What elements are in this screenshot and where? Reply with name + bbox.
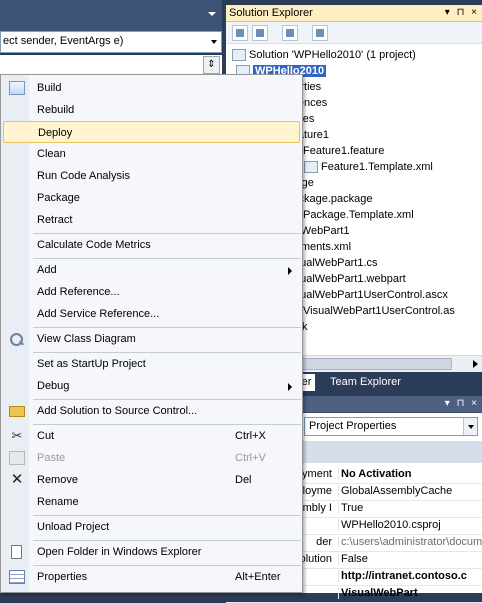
properties-toolbar-icon[interactable] (232, 25, 248, 41)
solution-explorer-title: Solution Explorer (229, 7, 313, 19)
menu-item-paste[interactable]: Paste Ctrl+V (3, 447, 300, 469)
tree-node[interactable]: Package.Template.xml (286, 207, 414, 223)
view-class-diagram-icon[interactable] (312, 25, 328, 41)
refresh-icon[interactable] (282, 25, 298, 41)
menu-item-package[interactable]: Package (3, 187, 300, 209)
tree-node[interactable]: VisualWebPart1UserControl.as (286, 303, 455, 319)
menu-item-debug[interactable]: Debug (3, 375, 300, 397)
menu-item-add-to-source-control[interactable]: Add Solution to Source Control... (3, 400, 300, 422)
menu-item-add-reference[interactable]: Add Reference... (3, 281, 300, 303)
class-diagram-icon (9, 332, 25, 346)
project-context-menu: Build Rebuild Deploy Clean Run Code Anal… (0, 74, 303, 593)
tree-node-label: VisualWebPart1UserControl.as (303, 305, 455, 317)
property-value[interactable]: GlobalAssemblyCache (338, 485, 482, 497)
member-navigation-combo[interactable]: ect sender, EventArgs e) (0, 31, 222, 53)
menu-item-deploy[interactable]: Deploy (3, 121, 300, 143)
menu-item-calculate-code-metrics[interactable]: Calculate Code Metrics (3, 234, 300, 256)
paste-icon (9, 451, 25, 465)
menu-item-add-service-reference[interactable]: Add Service Reference... (3, 303, 300, 325)
chevron-down-icon[interactable] (463, 418, 477, 435)
properties-icon (9, 570, 25, 584)
tree-node-label: Solution 'WPHello2010' (1 project) (249, 49, 416, 61)
menu-item-set-startup-project[interactable]: Set as StartUp Project (3, 353, 300, 375)
property-value[interactable]: c:\users\administrator\docum (338, 536, 482, 548)
menu-item-view-class-diagram[interactable]: View Class Diagram (3, 328, 300, 350)
menu-item-rename[interactable]: Rename (3, 491, 300, 513)
editor-tab-bar (0, 0, 222, 31)
submenu-arrow-icon (288, 267, 292, 275)
menu-item-clean[interactable]: Clean (3, 143, 300, 165)
tree-node-label: VisualWebPart1.webpart (285, 273, 406, 285)
property-value[interactable]: True (338, 502, 482, 514)
build-icon (9, 81, 25, 95)
submenu-arrow-icon (288, 383, 292, 391)
scissors-icon: ✂ (11, 428, 23, 443)
menu-item-open-folder[interactable]: Open Folder in Windows Explorer (3, 541, 300, 563)
chevron-down-icon[interactable] (211, 40, 217, 44)
menu-item-add[interactable]: Add (3, 259, 300, 281)
member-navigation-text: ect sender, EventArgs e) (3, 35, 124, 47)
object-selector-value: Project Properties (309, 420, 397, 432)
menu-item-remove[interactable]: ✕ Remove Del (3, 469, 300, 491)
object-selector-combo[interactable]: Project Properties (304, 417, 478, 436)
tree-node[interactable]: Solution 'WPHello2010' (1 project) (232, 47, 416, 63)
menu-item-properties[interactable]: Properties Alt+Enter (3, 566, 300, 588)
property-value[interactable]: False (338, 553, 482, 565)
tree-node-label: Feature1.Template.xml (321, 161, 433, 173)
tree-node-label: Feature1.feature (303, 145, 385, 157)
menu-item-cut[interactable]: ✂ Cut Ctrl+X (3, 425, 300, 447)
menu-item-build[interactable]: Build (3, 77, 300, 99)
solution-explorer-title-bar[interactable]: Solution Explorer ▾ ⊓ × (226, 5, 482, 22)
show-all-files-icon[interactable] (252, 25, 268, 41)
solution-explorer-toolbar (226, 22, 482, 44)
tree-node-label: VisualWebPart1UserControl.ascx (285, 289, 448, 301)
menu-item-unload-project[interactable]: Unload Project (3, 516, 300, 538)
open-folder-icon (11, 545, 22, 559)
property-value[interactable]: No Activation (338, 468, 482, 480)
property-value[interactable]: http://intranet.contoso.c (338, 570, 482, 582)
remove-x-icon: ✕ (10, 471, 24, 488)
menu-item-rebuild[interactable]: Rebuild (3, 99, 300, 121)
menu-item-retract[interactable]: Retract (3, 209, 300, 231)
tab-team-explorer[interactable]: Team Explorer (326, 374, 405, 391)
menu-item-run-code-analysis[interactable]: Run Code Analysis (3, 165, 300, 187)
file-icon (232, 49, 246, 62)
pane-window-buttons[interactable]: ▾ ⊓ × (445, 7, 479, 18)
scroll-right-icon[interactable] (473, 360, 478, 368)
property-value[interactable]: VisualWebPart (338, 587, 482, 599)
tab-list-dropdown-icon[interactable] (208, 12, 216, 16)
source-control-folder-icon (9, 406, 25, 417)
pane-window-buttons[interactable]: ▾ ⊓ × (445, 398, 479, 409)
file-icon (304, 161, 318, 174)
tree-node-label: Package.Template.xml (303, 209, 414, 221)
property-value[interactable]: WPHello2010.csproj (338, 519, 482, 531)
split-window-icon[interactable]: ⇕ (203, 56, 220, 74)
tree-node[interactable]: Feature1.Template.xml (304, 159, 433, 175)
